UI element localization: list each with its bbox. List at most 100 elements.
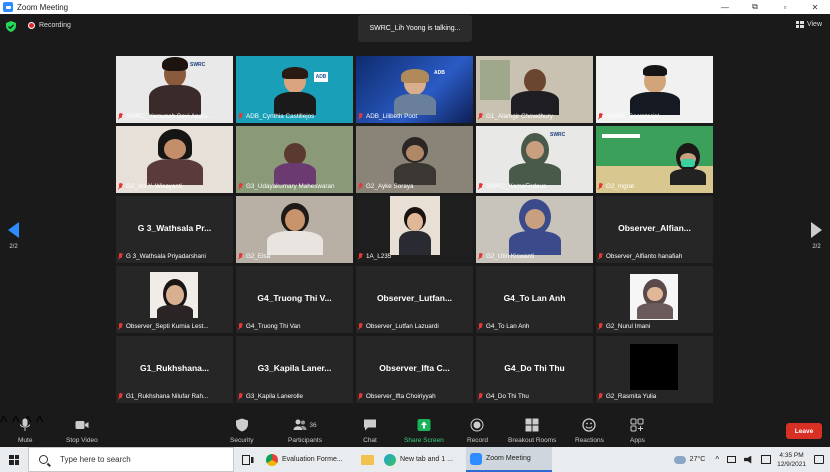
participants-button[interactable]: 36 Participants <box>288 418 322 444</box>
maximize-button[interactable]: ▫ <box>770 0 800 14</box>
participant-tile[interactable]: Observer_Septi Kurnia Lest... <box>116 266 233 333</box>
participant-tile[interactable]: ADB ADB_Cynthia Castillejos <box>236 56 353 123</box>
mic-muted-icon <box>118 393 123 400</box>
participant-tile[interactable]: G2_Ika Y. Wisayanti <box>116 126 233 193</box>
stop-video-button[interactable]: Stop Video <box>66 418 98 444</box>
participant-tile[interactable]: G3_Udayakumary Maheswaran <box>236 126 353 193</box>
close-button[interactable]: ✕ <box>800 0 830 14</box>
participant-tile[interactable]: Observer_Ifta C... Observer_Ifta Choiriy… <box>356 336 473 403</box>
participant-name: G2_Elsa <box>246 253 271 260</box>
chrome-icon <box>266 453 278 466</box>
mic-muted-icon <box>598 393 603 400</box>
video-camera-icon <box>75 421 89 429</box>
mic-muted-icon <box>238 393 243 400</box>
participant-tile[interactable]: SWRC SWRC_Yamunah Devi Apala... <box>116 56 233 123</box>
speaker-icon[interactable] <box>744 455 752 464</box>
participant-tile[interactable]: G2_Nurul Imani <box>596 266 713 333</box>
chat-label: Chat <box>363 437 377 444</box>
blank-video <box>630 344 678 390</box>
participant-tile[interactable]: Observer_Lutfan... Observer_Lutfan Lazua… <box>356 266 473 333</box>
participant-video <box>668 143 708 185</box>
taskbar-app-explorer[interactable] <box>354 447 380 472</box>
view-button[interactable]: View <box>795 21 822 28</box>
participant-tile[interactable]: G1_Alamgir Chowdhury <box>476 56 593 123</box>
mic-muted-icon <box>118 113 123 120</box>
keyboard-icon[interactable] <box>761 455 772 464</box>
participant-tile[interactable]: G2_Rasmita Yulia <box>596 336 713 403</box>
leave-button[interactable]: Leave <box>786 423 822 439</box>
clock-time: 4:35 PM <box>779 451 804 459</box>
pin-button[interactable]: — <box>710 0 740 14</box>
chevron-up-icon[interactable]: ^ <box>715 455 719 464</box>
next-page-button[interactable]: 2/2 <box>811 222 822 250</box>
mute-options-caret[interactable]: ^ <box>0 414 8 431</box>
participant-video <box>390 137 440 185</box>
record-icon <box>470 418 484 432</box>
mute-label: Mute <box>18 437 33 444</box>
share-screen-button[interactable]: Share Screen <box>404 418 444 444</box>
mic-muted-icon <box>118 253 123 260</box>
taskbar-app-zoom[interactable]: Zoom Meeting <box>466 447 552 472</box>
recording-dot-icon <box>28 22 35 29</box>
meeting-controls: Mute ^ Stop Video ^ Security 36 Particip… <box>0 414 830 447</box>
participants-icon <box>293 419 307 430</box>
network-icon[interactable] <box>727 456 737 463</box>
chat-button[interactable]: Chat <box>363 418 377 444</box>
participant-tile[interactable]: G4_Do Thi Thu G4_Do Thi Thu <box>476 336 593 403</box>
task-view-button[interactable] <box>234 447 262 472</box>
participant-video <box>145 129 205 185</box>
start-button[interactable] <box>0 447 28 472</box>
participant-display-name: G4_To Lan Anh <box>503 293 566 303</box>
participant-tile[interactable]: G2_Ingrat <box>596 126 713 193</box>
taskbar-app-chrome[interactable]: Evaluation Forme... <box>262 447 354 472</box>
participant-video <box>397 205 433 255</box>
zoom-icon <box>470 452 482 465</box>
participant-name: ADB_Lilibeth Poot <box>366 113 418 120</box>
mute-button[interactable]: Mute <box>18 418 32 444</box>
participant-tile[interactable]: G1_Rukhshana... G1_Rukhshana Nilufar Rah… <box>116 336 233 403</box>
mic-muted-icon <box>358 323 363 330</box>
security-button[interactable]: Security <box>230 418 253 444</box>
participant-video <box>390 69 440 115</box>
participant-tile[interactable]: SWRC SWRC_KamaFirdaus <box>476 126 593 193</box>
participant-tile[interactable]: ADB ADB_Lilibeth Poot <box>356 56 473 123</box>
participant-video <box>628 65 682 115</box>
taskbar-app-edge[interactable]: New tab and 1 ... <box>380 447 466 472</box>
mic-muted-icon <box>478 253 483 260</box>
share-options-caret[interactable]: ^ <box>36 414 44 431</box>
taskbar-app-label: Zoom Meeting <box>486 455 531 462</box>
participant-tile[interactable]: Observer_Alfian... Observer_Alfianto han… <box>596 196 713 263</box>
participant-tile[interactable]: G4_To Lan Anh G4_To Lan Anh <box>476 266 593 333</box>
recording-label: Recording <box>39 22 71 29</box>
participant-tile[interactable]: G3_Kapila Laner... G3_Kapila Lanerolle <box>236 336 353 403</box>
record-button[interactable]: Record <box>467 418 488 444</box>
participant-display-name: G 3_Wathsala Pr... <box>137 223 212 233</box>
taskbar-search[interactable]: Type here to search <box>28 447 234 472</box>
participant-tile[interactable]: 1A_L235 <box>356 196 473 263</box>
notification-icon[interactable] <box>814 455 824 464</box>
arrow-left-icon <box>8 222 19 238</box>
mic-muted-icon <box>478 323 483 330</box>
participant-display-name: Observer_Alfian... <box>618 223 691 233</box>
mic-muted-icon <box>598 323 603 330</box>
apps-icon <box>630 418 644 432</box>
breakout-rooms-button[interactable]: Breakout Rooms <box>508 418 556 444</box>
encryption-shield-icon[interactable] <box>6 21 16 32</box>
participant-tile[interactable]: G2_Elsa <box>236 196 353 263</box>
apps-button[interactable]: Apps <box>630 418 645 444</box>
recording-indicator[interactable]: Recording <box>28 22 71 29</box>
system-clock[interactable]: 4:35 PM 12/9/2021 <box>777 451 806 469</box>
participant-video <box>507 199 563 255</box>
participant-tile[interactable]: G2_Utin Kiswanti <box>476 196 593 263</box>
previous-page-button[interactable]: 2/2 <box>8 222 19 250</box>
mic-muted-icon <box>358 253 363 260</box>
weather-temp[interactable]: 27°C <box>690 456 706 463</box>
restore-button[interactable]: ⧉ <box>740 0 770 14</box>
participant-tile[interactable]: SWRC_Secretariat <box>596 56 713 123</box>
participant-tile[interactable]: G2_Ayke Soraya <box>356 126 473 193</box>
participant-tile[interactable]: G4_Truong Thi V... G4_Truong Thi Van <box>236 266 353 333</box>
reactions-button[interactable]: Reactions <box>575 418 604 444</box>
reactions-label: Reactions <box>575 437 604 444</box>
participant-tile[interactable]: G 3_Wathsala Pr... G 3_Wathsala Priyadar… <box>116 196 233 263</box>
participant-display-name: G4_Truong Thi V... <box>257 293 332 303</box>
